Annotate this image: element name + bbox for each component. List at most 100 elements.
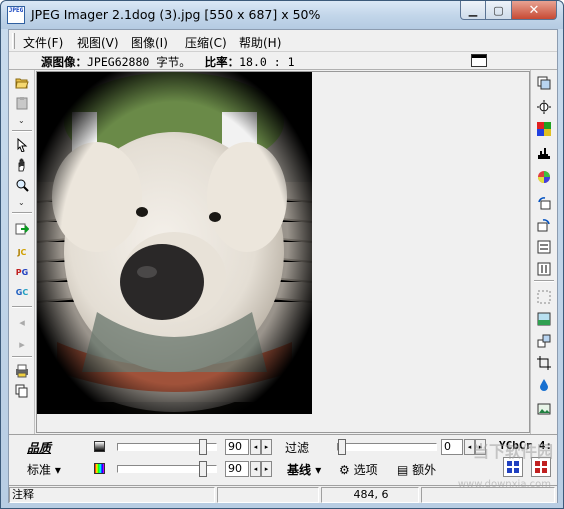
- luma-swatch-icon: [94, 441, 105, 452]
- status-note: 注释: [9, 487, 215, 503]
- selection-icon[interactable]: [535, 288, 553, 305]
- maximize-button[interactable]: ▢: [486, 1, 512, 20]
- color-grid-icon[interactable]: [535, 120, 553, 137]
- quality-label: 品质: [27, 441, 52, 455]
- gear-icon: ⚙: [339, 463, 350, 477]
- filter-input[interactable]: 0: [441, 439, 463, 455]
- filter-slider-thumb[interactable]: [338, 439, 346, 455]
- jpeg-gc-icon[interactable]: GC: [13, 284, 31, 301]
- menu-compress[interactable]: 压缩(C): [185, 34, 227, 51]
- window-mode-button[interactable]: [471, 54, 487, 67]
- jpeg-pg-icon[interactable]: PG: [13, 264, 31, 281]
- extra-label: 额外: [412, 463, 437, 477]
- options-button[interactable]: ⚙ 选项: [339, 461, 378, 478]
- toolbar-separator: [12, 356, 32, 358]
- histogram-icon[interactable]: [535, 144, 553, 161]
- resize-icon[interactable]: [535, 332, 553, 349]
- luma-increase-button[interactable]: ▸: [261, 439, 272, 455]
- filter-label: 过滤: [285, 441, 310, 455]
- chevron-down-icon: ▾: [315, 463, 322, 477]
- ratio-value: 18.0 : 1: [239, 55, 295, 69]
- filter-slider[interactable]: [337, 439, 437, 455]
- menu-file[interactable]: 文件(F): [23, 34, 63, 51]
- image-canvas[interactable]: [36, 71, 530, 433]
- baseline-label: 基线: [287, 463, 312, 477]
- arrow-left-icon: ◂: [253, 443, 258, 451]
- arrow-right-icon: ▸: [264, 443, 269, 451]
- color-wheel-icon[interactable]: [535, 168, 553, 185]
- cursor-coordinates: 484, 6: [321, 487, 419, 503]
- info-bar: 源图像：JPEG62880 字节。 比率：18.0 : 1: [9, 53, 557, 70]
- rotate-right-icon[interactable]: [535, 216, 553, 233]
- source-info: 源图像：JPEG62880 字节。 比率：18.0 : 1: [41, 54, 295, 70]
- chroma-decrease-button[interactable]: ◂: [250, 461, 261, 477]
- chroma-swatch-icon: [94, 463, 105, 474]
- flip-horizontal-icon[interactable]: [535, 238, 553, 255]
- watermark-url: www.downxia.com: [457, 479, 551, 490]
- title-bar[interactable]: JPEG JPEG Imager 2.1dog (3).jpg [550 x 6…: [1, 1, 563, 29]
- chevron-down-icon[interactable]: ⌄: [18, 116, 25, 125]
- close-icon: ✕: [528, 2, 540, 18]
- jpeg-jc-icon[interactable]: JC: [13, 244, 31, 261]
- paste-icon[interactable]: [13, 94, 31, 111]
- maximize-icon: ▢: [493, 3, 504, 17]
- rotate-left-icon[interactable]: [535, 194, 553, 211]
- image-view-icon[interactable]: [535, 400, 553, 417]
- toolbar-separator: [534, 280, 554, 282]
- baseline-dropdown[interactable]: 基线 ▾: [287, 461, 321, 478]
- zoom-icon[interactable]: [13, 176, 31, 193]
- next-icon[interactable]: ▸: [13, 336, 31, 353]
- image-enhance-icon[interactable]: [535, 310, 553, 327]
- hand-icon[interactable]: [13, 156, 31, 173]
- status-cell-2: [217, 487, 319, 503]
- open-folder-icon[interactable]: [13, 74, 31, 91]
- toolbar-separator: [12, 212, 32, 214]
- chroma-slider-thumb[interactable]: [199, 461, 207, 477]
- ratio-label: 比率：: [204, 55, 240, 69]
- dog-photo: [37, 72, 312, 414]
- minimize-icon: ▁: [468, 3, 478, 17]
- chroma-quality-slider[interactable]: [117, 461, 217, 477]
- previous-icon[interactable]: ◂: [13, 314, 31, 331]
- luma-decrease-button[interactable]: ◂: [250, 439, 261, 455]
- print-icon[interactable]: [13, 362, 31, 379]
- window-controls: ▁ ▢ ✕: [460, 1, 557, 20]
- standard-dropdown[interactable]: 标准 ▾: [27, 461, 61, 478]
- flip-vertical-icon[interactable]: [535, 260, 553, 277]
- toolbar-separator: [12, 306, 32, 308]
- minimize-button[interactable]: ▁: [460, 1, 486, 20]
- chroma-quality-input[interactable]: 90: [225, 461, 249, 477]
- app-window: JPEG JPEG Imager 2.1dog (3).jpg [550 x 6…: [0, 0, 564, 509]
- crop-icon[interactable]: [535, 354, 553, 371]
- luma-quality-input[interactable]: 90: [225, 439, 249, 455]
- menu-grip[interactable]: [12, 33, 15, 49]
- menu-view[interactable]: 视图(V): [77, 34, 119, 51]
- menu-image[interactable]: 图像(I): [131, 34, 168, 51]
- arrow-left-icon: ◂: [467, 443, 472, 451]
- luma-quality-slider[interactable]: [117, 439, 217, 455]
- right-toolbar: [530, 70, 557, 434]
- left-toolbar: ⌄ ⌄ JC PG GC ◂ ▸: [9, 70, 35, 434]
- standard-label: 标准: [27, 463, 52, 477]
- menu-help[interactable]: 帮助(H): [239, 34, 281, 51]
- pointer-icon[interactable]: [13, 136, 31, 153]
- toolbar-separator: [12, 130, 32, 132]
- source-value: JPEG62880 字节。: [87, 55, 191, 69]
- extra-button[interactable]: ▤ 额外: [397, 461, 436, 478]
- export-icon[interactable]: [13, 220, 31, 237]
- copy-icon[interactable]: [13, 382, 31, 399]
- window-title: JPEG Imager 2.1dog (3).jpg [550 x 687] x…: [31, 7, 321, 22]
- luma-slider-thumb[interactable]: [199, 439, 207, 455]
- chroma-increase-button[interactable]: ▸: [261, 461, 272, 477]
- jpeg-imager-app-icon[interactable]: JPEG: [7, 6, 25, 24]
- chevron-down-icon: ▾: [54, 463, 61, 477]
- brightness-icon[interactable]: [535, 98, 553, 115]
- duplicate-icon[interactable]: [535, 74, 553, 91]
- arrow-right-icon: ▸: [264, 465, 269, 473]
- chevron-down-icon[interactable]: ⌄: [18, 198, 25, 207]
- water-drop-icon[interactable]: [535, 376, 553, 393]
- close-button[interactable]: ✕: [512, 1, 557, 20]
- watermark-text: 当下软件园: [472, 442, 553, 461]
- extra-settings-icon: ▤: [397, 463, 409, 477]
- source-label: 源图像：: [41, 55, 87, 69]
